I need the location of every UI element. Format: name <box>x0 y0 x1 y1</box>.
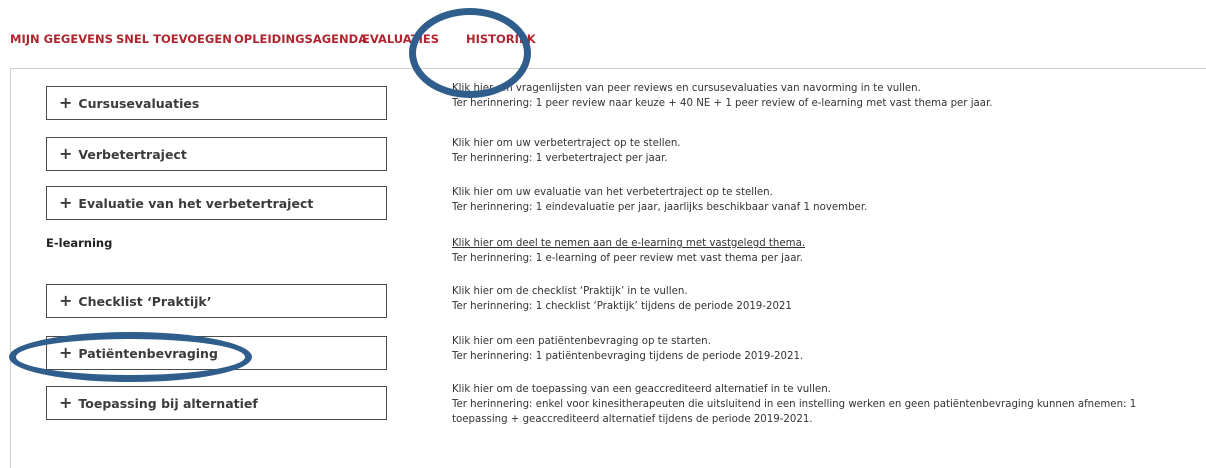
evaluatie-verbetertraject-button[interactable]: + Evaluatie van het verbetertraject <box>46 186 387 220</box>
description-line: Klik hier om vragenlijsten van peer revi… <box>452 83 921 94</box>
cursusevaluaties-description: Klik hier om vragenlijsten van peer revi… <box>452 81 993 111</box>
verbetertraject-description: Klik hier om uw verbetertraject op te st… <box>452 136 681 166</box>
nav-historiek[interactable]: HISTORIEK <box>466 32 536 52</box>
checklist-praktijk-button[interactable]: + Checklist ‘Praktijk’ <box>46 284 387 318</box>
toepassing-alternatief-description: Klik hier om de toepassing van een geacc… <box>452 382 1136 427</box>
button-label: Verbetertraject <box>78 146 187 162</box>
reminder-line: Ter herinnering: enkel voor kinesitherap… <box>452 399 1137 410</box>
plus-icon: + <box>59 291 73 310</box>
button-label: Evaluatie van het verbetertraject <box>78 195 314 211</box>
reminder-line: Ter herinnering: 1 checklist ‘Praktijk’ … <box>452 301 792 312</box>
patientenbevraging-description: Klik hier om een patiëntenbevraging op t… <box>452 334 803 364</box>
button-label: Checklist ‘Praktijk’ <box>78 293 212 309</box>
reminder-line: Ter herinnering: 1 eindevaluatie per jaa… <box>452 202 868 213</box>
e-learning-link[interactable]: Klik hier om deel te nemen aan de e-lear… <box>452 238 805 249</box>
description-line: Klik hier om de toepassing van een geacc… <box>452 384 831 395</box>
toepassing-alternatief-button[interactable]: + Toepassing bij alternatief <box>46 386 387 420</box>
e-learning-description: Klik hier om deel te nemen aan de e-lear… <box>452 236 805 266</box>
nav-opleidingsagenda[interactable]: OPLEIDINGSAGENDA <box>234 32 367 52</box>
nav-mijn-gegevens[interactable]: MIJN GEGEVENS <box>10 32 116 52</box>
reminder-line: Ter herinnering: 1 e-learning of peer re… <box>452 253 803 264</box>
description-line: Klik hier om een patiëntenbevraging op t… <box>452 336 711 347</box>
plus-icon: + <box>59 393 73 412</box>
plus-icon: + <box>59 93 73 112</box>
reminder-line: Ter herinnering: 1 patiëntenbevraging ti… <box>452 351 804 362</box>
plus-icon: + <box>59 193 73 212</box>
cursusevaluaties-button[interactable]: + Cursusevaluaties <box>46 86 387 120</box>
plus-icon: + <box>59 343 73 362</box>
description-line: Klik hier om uw verbetertraject op te st… <box>452 138 681 149</box>
checklist-praktijk-description: Klik hier om de checklist ‘Praktijk’ in … <box>452 284 792 314</box>
button-label: Cursusevaluaties <box>78 95 200 111</box>
verbetertraject-button[interactable]: + Verbetertraject <box>46 137 387 171</box>
description-line: Klik hier om de checklist ‘Praktijk’ in … <box>452 286 688 297</box>
plus-icon: + <box>59 144 73 163</box>
button-label: Patiëntenbevraging <box>78 345 218 361</box>
evaluatie-verbetertraject-description: Klik hier om uw evaluatie van het verbet… <box>452 185 867 215</box>
reminder-line: Ter herinnering: 1 peer review naar keuz… <box>452 98 993 109</box>
top-nav: MIJN GEGEVENS SNEL TOEVOEGEN OPLEIDINGSA… <box>10 32 536 52</box>
button-label: Toepassing bij alternatief <box>78 395 258 411</box>
nav-snel-toevoegen[interactable]: SNEL TOEVOEGEN <box>116 32 234 52</box>
e-learning-label: E-learning <box>46 236 113 250</box>
reminder-line-continued: toepassing + geaccrediteerd alternatief … <box>452 414 813 425</box>
reminder-line: Ter herinnering: 1 verbetertraject per j… <box>452 153 668 164</box>
patientenbevraging-button[interactable]: + Patiëntenbevraging <box>46 336 387 370</box>
nav-evaluaties[interactable]: EVALUATIES <box>362 32 466 52</box>
description-line: Klik hier om uw evaluatie van het verbet… <box>452 187 773 198</box>
